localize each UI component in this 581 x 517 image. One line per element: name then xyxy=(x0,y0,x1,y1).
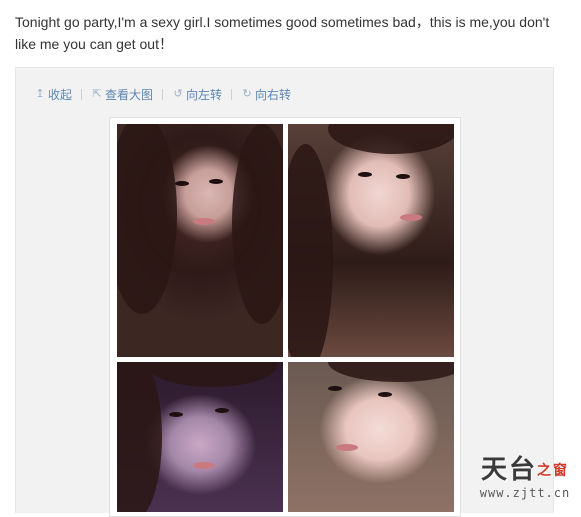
rotate-right-button[interactable]: ↻ 向右转 xyxy=(241,86,291,103)
media-box: ↥ 收起 ⇱ 查看大图 ↺ 向左转 ↻ 向右转 xyxy=(15,67,554,517)
view-large-label: 查看大图 xyxy=(105,87,154,102)
rotate-left-icon: ↺ xyxy=(173,87,183,100)
photo-top-right xyxy=(288,124,454,357)
view-large-button[interactable]: ⇱ 查看大图 xyxy=(91,86,153,103)
external-view-icon: ⇱ xyxy=(92,87,102,100)
rotate-right-label: 向右转 xyxy=(255,87,292,102)
watermark-logo: 天台之窗 xyxy=(480,455,569,485)
post-text: Tonight go party,I'm a sexy girl.I somet… xyxy=(15,14,550,52)
rotate-right-icon: ↻ xyxy=(242,87,252,100)
watermark-url: www.zjtt.cn xyxy=(479,486,571,500)
collapse-label: 收起 xyxy=(48,87,73,102)
site-watermark: 天台之窗 www.zjtt.cn xyxy=(475,455,575,507)
toolbar-divider xyxy=(81,88,83,100)
media-toolbar: ↥ 收起 ⇱ 查看大图 ↺ 向左转 ↻ 向右转 xyxy=(34,85,291,103)
arrow-up-icon: ↥ xyxy=(35,87,45,100)
toolbar-divider xyxy=(231,88,233,100)
toolbar-divider xyxy=(162,88,164,100)
photo-top-left xyxy=(117,124,283,357)
rotate-left-button[interactable]: ↺ 向左转 xyxy=(172,86,222,103)
photo-bottom-right xyxy=(288,362,454,512)
photo-frame[interactable] xyxy=(109,117,461,517)
collapse-button[interactable]: ↥ 收起 xyxy=(34,86,72,103)
rotate-left-label: 向左转 xyxy=(186,87,223,102)
photo-bottom-left xyxy=(117,362,283,512)
